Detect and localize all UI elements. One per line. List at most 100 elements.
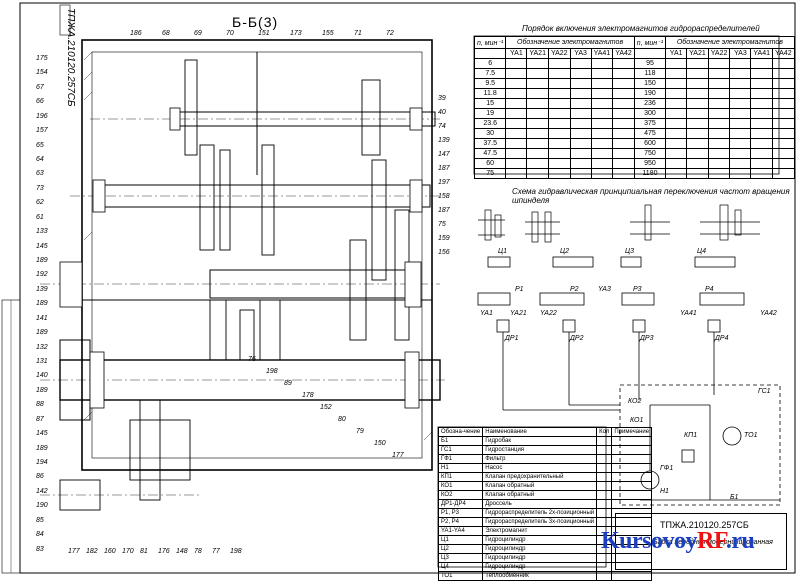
order-cell [505, 98, 528, 109]
hydraulic-label: ДР1 [505, 335, 519, 342]
order-cell [612, 98, 635, 109]
logo-suffix: .ru [725, 528, 755, 554]
parts-name: Гидробак [482, 436, 598, 446]
parts-note [611, 445, 653, 455]
hydraulic-label: КО2 [628, 398, 642, 405]
order-cell [612, 138, 635, 149]
hydraulic-label: Н1 [660, 488, 669, 495]
parts-note [611, 472, 653, 482]
parts-designation: YA1-YA4 [437, 526, 484, 536]
order-cell [729, 88, 752, 99]
order-cell [707, 128, 731, 139]
hydraulic-label: Р3 [633, 286, 642, 293]
logo-accent: RF [697, 528, 726, 554]
order-cell [547, 88, 571, 99]
left-callout: 66 [36, 98, 44, 106]
site-logo[interactable]: KursovoyRF.ru [601, 528, 755, 555]
bottom-callout: 177 [392, 452, 404, 459]
drawing-code-vertical: ТПЖА.210120.257СБ [65, 8, 76, 107]
order-table-caption: Порядок включения электромагнитов гидрор… [522, 24, 760, 33]
right-callout: 74 [438, 123, 446, 130]
order-speed: 11.8 [473, 88, 507, 99]
order-cell [686, 98, 709, 109]
order-cell [526, 98, 549, 109]
order-cell [526, 118, 549, 129]
hydraulic-label: Ц2 [560, 248, 569, 255]
order-cell [729, 98, 752, 109]
order-speed: 60 [473, 158, 507, 169]
order-cell [750, 68, 773, 79]
parts-qty [596, 472, 613, 482]
order-cell [771, 78, 795, 89]
hydraulic-label: ДР4 [715, 335, 729, 342]
order-cell [547, 138, 571, 149]
order-cell [590, 98, 614, 109]
bottom-callout: 80 [338, 416, 346, 423]
order-cell [665, 78, 688, 89]
left-callout: 85 [36, 516, 44, 524]
order-cell [547, 158, 571, 169]
left-callout: 194 [36, 459, 48, 466]
order-cell [505, 68, 528, 79]
order-cell [665, 118, 688, 129]
parts-row: ДР1-ДР4 Дроссель [437, 499, 653, 509]
parts-designation: Ц4 [437, 562, 484, 572]
order-cell [612, 148, 635, 159]
parts-designation: ГФ1 [437, 454, 484, 464]
left-callout: 65 [36, 141, 44, 149]
parts-name: Гидроцилиндр [482, 544, 598, 554]
hydraulic-label: YA3 [598, 286, 611, 293]
order-speed: 375 [633, 118, 667, 129]
order-speed: 475 [633, 128, 667, 139]
left-callout: 67 [36, 83, 44, 91]
order-cell [729, 158, 752, 169]
order-cell [771, 68, 795, 79]
top-callout: 71 [354, 30, 362, 37]
section-label: Б-Б(3) [232, 14, 279, 30]
order-cell [569, 128, 592, 139]
parts-note [611, 499, 653, 509]
order-speed: 37.5 [473, 138, 507, 149]
order-cell [729, 108, 752, 119]
parts-designation: КП1 [437, 472, 484, 482]
bottom-callout: 148 [176, 548, 188, 555]
parts-designation: Н1 [437, 463, 484, 473]
order-cell [526, 148, 549, 159]
parts-header: Кол [596, 427, 613, 437]
order-cell [569, 68, 592, 79]
top-callout: 186 [130, 30, 142, 37]
parts-name: Клапан обратный [482, 490, 598, 500]
left-callout: 140 [36, 372, 48, 380]
order-magnet-header: YA3 [729, 48, 752, 59]
hydraulic-label: Р2 [570, 286, 579, 293]
order-speed: 600 [633, 138, 667, 149]
bottom-callout: 198 [230, 548, 242, 555]
bottom-callout: 170 [122, 548, 134, 555]
order-cell [750, 148, 773, 159]
order-cell [665, 58, 688, 69]
order-speed: 1180 [633, 168, 667, 179]
order-cell [665, 138, 688, 149]
parts-name: Фильтр [482, 454, 598, 464]
left-callout: 88 [36, 401, 44, 409]
parts-name: Гидростанция [482, 445, 598, 455]
gears [59, 59, 410, 511]
order-cell [590, 148, 614, 159]
hydraulic-label: YA21 [510, 310, 527, 317]
hydraulic-label: Ц1 [498, 248, 507, 255]
order-cell [729, 118, 752, 129]
order-cell [665, 88, 688, 99]
hydraulic-label: Ц4 [697, 248, 706, 255]
hydraulic-label: ДР2 [570, 335, 584, 342]
order-cell [590, 68, 614, 79]
order-cell [665, 158, 688, 169]
bottom-callout: 177 [68, 548, 80, 555]
parts-name: Электромагнит [482, 526, 598, 536]
order-cell [590, 108, 614, 119]
right-callout: 159 [438, 235, 450, 242]
shafts [40, 111, 445, 496]
parts-designation: КО2 [437, 490, 484, 500]
parts-name: Гидрораспределитель 3х-позиционный [482, 517, 598, 527]
bottom-callout: 78 [194, 548, 202, 555]
parts-header: Наименование [482, 427, 598, 437]
